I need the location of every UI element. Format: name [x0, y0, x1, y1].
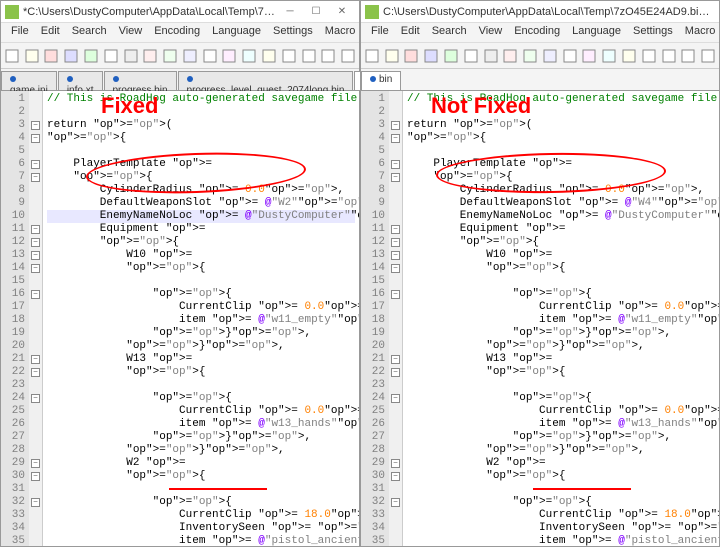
toolbar-button-3[interactable] — [62, 47, 80, 65]
app-icon — [365, 5, 379, 19]
line-number-gutter: 1234567891011121314151617181920212223242… — [361, 91, 389, 546]
toolbar-button-6[interactable] — [122, 47, 140, 65]
tab-game-ini[interactable]: game.ini — [1, 71, 57, 90]
toolbar-button-0[interactable] — [3, 47, 21, 65]
titlebar[interactable]: C:\Users\DustyComputer\AppData\Local\Tem… — [361, 1, 719, 23]
window-title: C:\Users\DustyComputer\AppData\Local\Tem… — [383, 6, 715, 18]
tab-bin[interactable]: bin — [361, 71, 401, 90]
toolbar-button-12[interactable] — [240, 47, 258, 65]
toolbar-button-4[interactable] — [442, 47, 460, 65]
toolbar-button-0[interactable] — [363, 47, 381, 65]
editor-window-right: C:\Users\DustyComputer\AppData\Local\Tem… — [360, 0, 720, 547]
toolbar-button-9[interactable] — [181, 47, 199, 65]
app-icon — [5, 5, 19, 19]
toolbar-button-13[interactable] — [620, 47, 638, 65]
menu-encoding[interactable]: Encoding — [508, 23, 566, 42]
toolbar-button-7[interactable] — [501, 47, 519, 65]
menu-view[interactable]: View — [473, 23, 509, 42]
window-title: *C:\Users\DustyComputer\AppData\Local\Te… — [23, 6, 277, 18]
code-area[interactable]: // This is RoadHog auto-generated savega… — [403, 91, 719, 546]
toolbar-button-8[interactable] — [161, 47, 179, 65]
toolbar-button-16[interactable] — [680, 47, 698, 65]
toolbar-button-4[interactable] — [82, 47, 100, 65]
toolbar-button-7[interactable] — [141, 47, 159, 65]
toolbar-button-17[interactable] — [699, 47, 717, 65]
titlebar[interactable]: *C:\Users\DustyComputer\AppData\Local\Te… — [1, 1, 359, 23]
menubar: FileEditSearchViewEncodingLanguageSettin… — [361, 23, 719, 43]
toolbar-button-8[interactable] — [521, 47, 539, 65]
toolbar-button-14[interactable] — [640, 47, 658, 65]
menu-language[interactable]: Language — [566, 23, 627, 42]
toolbar-button-3[interactable] — [422, 47, 440, 65]
menu-search[interactable]: Search — [66, 23, 113, 42]
toolbar-button-1[interactable] — [23, 47, 41, 65]
tab-progress_level_quest_2074long-bin[interactable]: progress_level_quest_2074long.bin — [178, 71, 354, 90]
toolbar-button-2[interactable] — [403, 47, 421, 65]
toolbar-button-16[interactable] — [320, 47, 338, 65]
tab-bar: game.iniinfo.xtprogress.binprogress_leve… — [1, 69, 359, 91]
toolbar — [361, 43, 719, 69]
fold-gutter[interactable]: −−−−−−−−−−−−−−−−−−− — [29, 91, 43, 546]
fold-gutter[interactable]: −−−−−−−−−−−−−−−−−−− — [389, 91, 403, 546]
menubar: FileEditSearchViewEncodingLanguageSettin… — [1, 23, 359, 43]
toolbar-button-13[interactable] — [260, 47, 278, 65]
code-editor[interactable]: 1234567891011121314151617181920212223242… — [361, 91, 719, 546]
editor-window-left: *C:\Users\DustyComputer\AppData\Local\Te… — [0, 0, 360, 547]
tab-bar: bin — [361, 69, 719, 91]
menu-edit[interactable]: Edit — [35, 23, 66, 42]
menu-language[interactable]: Language — [206, 23, 267, 42]
toolbar-button-10[interactable] — [201, 47, 219, 65]
close-button[interactable]: ✕ — [329, 2, 355, 22]
code-area[interactable]: // This is RoadHog auto-generated savega… — [43, 91, 359, 546]
code-editor[interactable]: 1234567891011121314151617181920212223242… — [1, 91, 359, 546]
menu-macro[interactable]: Macro — [319, 23, 362, 42]
maximize-button[interactable]: ☐ — [303, 2, 329, 22]
menu-macro[interactable]: Macro — [679, 23, 720, 42]
menu-settings[interactable]: Settings — [627, 23, 679, 42]
menu-edit[interactable]: Edit — [395, 23, 426, 42]
tab-progress-bin[interactable]: progress.bin — [104, 71, 177, 90]
minimize-button[interactable]: ─ — [277, 2, 303, 22]
toolbar-button-17[interactable] — [339, 47, 357, 65]
toolbar — [1, 43, 359, 69]
toolbar-button-6[interactable] — [482, 47, 500, 65]
toolbar-button-15[interactable] — [300, 47, 318, 65]
line-number-gutter: 1234567891011121314151617181920212223242… — [1, 91, 29, 546]
toolbar-button-5[interactable] — [102, 47, 120, 65]
menu-search[interactable]: Search — [426, 23, 473, 42]
toolbar-button-11[interactable] — [221, 47, 239, 65]
toolbar-button-11[interactable] — [581, 47, 599, 65]
toolbar-button-14[interactable] — [280, 47, 298, 65]
menu-settings[interactable]: Settings — [267, 23, 319, 42]
menu-file[interactable]: File — [5, 23, 35, 42]
menu-encoding[interactable]: Encoding — [148, 23, 206, 42]
toolbar-button-5[interactable] — [462, 47, 480, 65]
toolbar-button-1[interactable] — [383, 47, 401, 65]
toolbar-button-9[interactable] — [541, 47, 559, 65]
toolbar-button-15[interactable] — [660, 47, 678, 65]
menu-file[interactable]: File — [365, 23, 395, 42]
toolbar-button-12[interactable] — [600, 47, 618, 65]
toolbar-button-10[interactable] — [561, 47, 579, 65]
toolbar-button-2[interactable] — [43, 47, 61, 65]
menu-view[interactable]: View — [113, 23, 149, 42]
tab-info-xt[interactable]: info.xt — [58, 71, 103, 90]
